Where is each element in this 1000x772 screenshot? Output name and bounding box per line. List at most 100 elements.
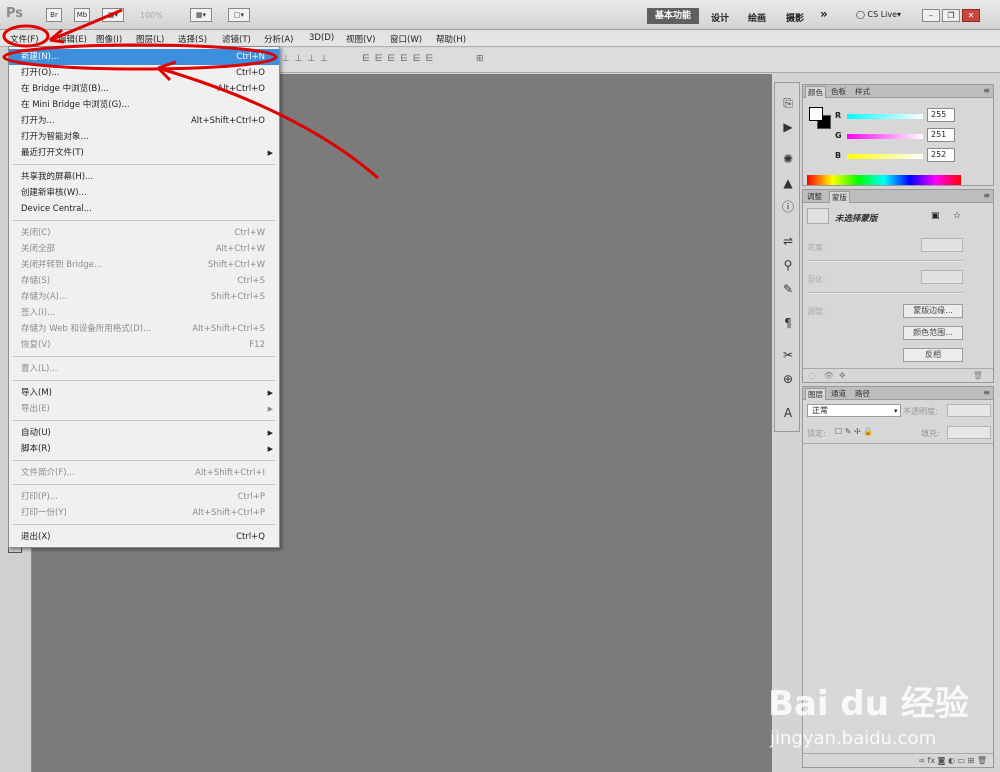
- submenu-arrow-icon: ▶: [267, 445, 273, 453]
- menu-help[interactable]: 帮助(H): [436, 33, 466, 45]
- workspace-essentials[interactable]: 基本功能: [647, 8, 699, 24]
- blue-value-input[interactable]: 252: [927, 148, 955, 162]
- mini-bridge-button[interactable]: Mb: [74, 8, 90, 22]
- view-extras-button[interactable]: ▦▾: [102, 8, 124, 22]
- link-layers-icon[interactable]: ∞: [918, 756, 925, 765]
- green-value-input[interactable]: 251: [927, 128, 955, 142]
- density-slider[interactable]: [807, 260, 963, 262]
- character-icon[interactable]: A: [780, 405, 796, 421]
- tab-channels[interactable]: 通道: [829, 388, 848, 400]
- menu-item-scripts[interactable]: 脚本(R) ▶: [9, 441, 279, 457]
- menu-item-open[interactable]: 打开(O)... Ctrl+O: [9, 65, 279, 81]
- color-range-button[interactable]: 颜色范围...: [903, 326, 963, 340]
- menu-edit[interactable]: 编辑(E): [58, 33, 87, 45]
- workspace-photography[interactable]: 摄影: [786, 11, 804, 24]
- menu-separator: [13, 420, 275, 421]
- mask-edge-button[interactable]: 蒙版边缘...: [903, 304, 963, 318]
- menu-image[interactable]: 图像(I): [96, 33, 122, 45]
- history-icon[interactable]: ⎘: [780, 95, 796, 111]
- tool-icon[interactable]: ✂: [780, 347, 796, 363]
- brush-presets-icon[interactable]: ✺: [780, 151, 796, 167]
- bridge-button[interactable]: Br: [46, 8, 62, 22]
- menu-item-open-smart-object[interactable]: 打开为智能对象...: [9, 129, 279, 145]
- workspace-design[interactable]: 设计: [711, 11, 729, 24]
- tool-presets-icon[interactable]: ⇌: [780, 233, 796, 249]
- menu-window[interactable]: 窗口(W): [390, 33, 422, 45]
- vector-mask-icon[interactable]: ☆: [953, 211, 961, 221]
- menu-item-recent-files[interactable]: 最近打开文件(T) ▶: [9, 145, 279, 161]
- menu-item-new[interactable]: 新建(N)... Ctrl+N: [9, 49, 279, 65]
- zoom-level[interactable]: 100%: [140, 11, 163, 20]
- foreground-color-swatch[interactable]: [809, 107, 823, 121]
- actions-icon[interactable]: ▶: [780, 119, 796, 135]
- menu-view[interactable]: 视图(V): [346, 33, 375, 45]
- menu-item-share-screen[interactable]: 共享我的屏幕(H)...: [9, 169, 279, 185]
- menu-filter[interactable]: 滤镜(T): [222, 33, 251, 45]
- tab-paths[interactable]: 路径: [853, 388, 872, 400]
- apply-mask-icon[interactable]: ✥: [839, 371, 846, 380]
- menu-item-open-as[interactable]: 打开为... Alt+Shift+Ctrl+O: [9, 113, 279, 129]
- delete-layer-icon[interactable]: 🗑: [977, 756, 987, 765]
- menu-separator: [13, 356, 275, 357]
- layer-style-icon[interactable]: fx: [928, 756, 936, 765]
- 3d-icon[interactable]: ⊕: [780, 371, 796, 387]
- menu-item-create-review[interactable]: 创建新审核(W)...: [9, 185, 279, 201]
- restore-icon[interactable]: ❐: [942, 9, 960, 22]
- density-input[interactable]: [921, 238, 963, 252]
- trash-icon[interactable]: 🗑: [973, 369, 983, 382]
- tab-masks[interactable]: 蒙版: [829, 191, 850, 203]
- tab-swatches[interactable]: 色板: [829, 86, 848, 98]
- menu-item-import[interactable]: 导入(M) ▶: [9, 385, 279, 401]
- close-icon[interactable]: ✕: [962, 9, 980, 22]
- lock-icons[interactable]: ☐ ✎ ✢ 🔒: [835, 427, 873, 436]
- invert-button[interactable]: 反相: [903, 348, 963, 362]
- clone-source-icon[interactable]: ▲: [780, 175, 796, 191]
- panel-menu-icon[interactable]: ≡: [983, 86, 990, 95]
- menu-file[interactable]: 文件(F): [10, 33, 39, 45]
- screen-mode-button[interactable]: ▢▾: [228, 8, 250, 22]
- workspace-painting[interactable]: 绘画: [748, 11, 766, 24]
- load-selection-icon[interactable]: ◌: [809, 371, 816, 380]
- feather-slider[interactable]: [807, 292, 963, 294]
- new-layer-icon[interactable]: ⊞: [968, 756, 975, 765]
- menu-3d[interactable]: 3D(D): [309, 33, 334, 43]
- menu-item-automate[interactable]: 自动(U) ▶: [9, 425, 279, 441]
- panel-menu-icon[interactable]: ≡: [983, 388, 990, 397]
- fill-input[interactable]: [947, 426, 991, 439]
- red-value-input[interactable]: 255: [927, 108, 955, 122]
- arrange-documents-button[interactable]: ▦▾: [190, 8, 212, 22]
- tab-color[interactable]: 颜色: [805, 86, 826, 98]
- menu-analysis[interactable]: 分析(A): [264, 33, 293, 45]
- menu-select[interactable]: 选择(S): [178, 33, 207, 45]
- feather-input[interactable]: [921, 270, 963, 284]
- tab-adjustments[interactable]: 调整: [805, 191, 824, 203]
- workspace-more-chevron-icon[interactable]: »: [820, 7, 828, 21]
- adjustment-layer-icon[interactable]: ◐: [948, 756, 955, 765]
- tab-styles[interactable]: 样式: [853, 86, 872, 98]
- minimize-icon[interactable]: –: [922, 9, 940, 22]
- brush-icon[interactable]: ⚲: [780, 257, 796, 273]
- panel-menu-icon[interactable]: ≡: [983, 191, 990, 200]
- paragraph-icon[interactable]: ¶: [780, 315, 796, 331]
- new-group-icon[interactable]: ▭: [957, 756, 965, 765]
- menu-item-device-central[interactable]: Device Central...: [9, 201, 279, 217]
- tab-layers[interactable]: 图层: [805, 388, 826, 400]
- align-icons[interactable]: ⊥ ⊥ ⊥ ⊥: [282, 54, 329, 66]
- color-spectrum-bar[interactable]: [807, 175, 961, 185]
- menu-item-exit[interactable]: 退出(X) Ctrl+Q: [9, 529, 279, 545]
- auto-align-icon[interactable]: ⊞: [476, 54, 485, 66]
- notes-icon[interactable]: ✎: [780, 281, 796, 297]
- menu-item-save-for-web: 存储为 Web 和设备所用格式(D)... Alt+Shift+Ctrl+S: [21, 324, 265, 334]
- distribute-icons[interactable]: ⋿ ⋿ ⋿ ⋿ ⋿ ⋿: [362, 54, 434, 66]
- menu-item-browse-mini-bridge[interactable]: 在 Mini Bridge 中浏览(G)...: [9, 97, 279, 113]
- add-mask-icon[interactable]: ◙: [938, 756, 946, 765]
- menu-layer[interactable]: 图层(L): [136, 33, 164, 45]
- visibility-eye-icon[interactable]: 👁: [824, 371, 834, 380]
- cs-live-menu[interactable]: ◯ CS Live▾: [856, 10, 901, 19]
- opacity-input[interactable]: [947, 404, 991, 417]
- menu-item-close: 关闭(C) Ctrl+W: [21, 228, 265, 238]
- info-icon[interactable]: ⓘ: [780, 199, 796, 215]
- blend-mode-select[interactable]: 正常 ▾: [807, 404, 901, 417]
- pixel-mask-icon[interactable]: ▣: [931, 211, 940, 221]
- menu-item-browse-bridge[interactable]: 在 Bridge 中浏览(B)... Alt+Ctrl+O: [9, 81, 279, 97]
